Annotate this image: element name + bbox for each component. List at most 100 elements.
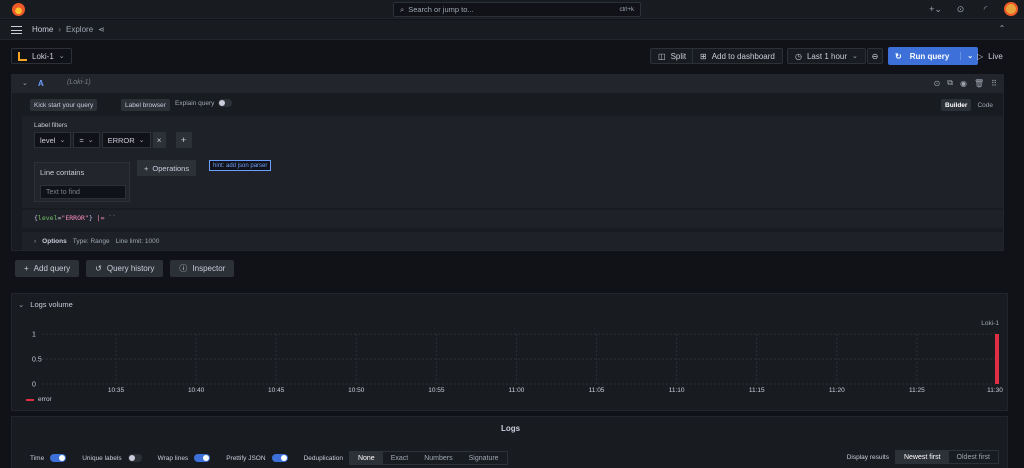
chevron-down-icon: ⌄ [58, 53, 65, 60]
logs-controls: Time Unique labels Wrap lines Prettify J… [30, 451, 508, 465]
time-label: Time [30, 454, 45, 462]
line-contains-operation: Line contains Text to find [34, 162, 130, 202]
logs-volume-panel: ⌄ Logs volume Loki-1 1 0.5 0 10:35 10:40 10:… [11, 293, 1008, 411]
run-query-button[interactable]: ↻ Run query ⌄ [888, 47, 979, 65]
info-icon: ⓘ [179, 264, 188, 273]
help-icon[interactable]: ⊙ [954, 3, 967, 16]
wrap-lines-toggle[interactable] [194, 454, 211, 462]
split-button[interactable]: ◫ Split [650, 48, 695, 64]
label-browser-button[interactable]: Label browser [121, 99, 170, 111]
breadcrumb-home[interactable]: Home [32, 25, 53, 34]
inspector-button[interactable]: ⓘ Inspector [170, 260, 235, 277]
chevron-down-icon: ⌄ [59, 137, 66, 144]
time-toggle[interactable] [50, 454, 67, 462]
label-value: level [40, 135, 56, 145]
query-history-label: Query history [106, 264, 155, 273]
search-icon: ⌕ [400, 4, 405, 14]
time-range-picker[interactable]: ◷ Last 1 hour ⌄ [787, 48, 866, 64]
order-oldest-first[interactable]: Oldest first [949, 451, 998, 463]
split-icon: ◫ [658, 51, 666, 61]
q-val: "ERROR" [61, 214, 89, 222]
clock-icon: ◷ [795, 51, 802, 61]
help-icon[interactable]: ⊙ [934, 79, 941, 88]
breadcrumb-current: Explore [66, 25, 94, 34]
operator-select[interactable]: = ⌄ [73, 132, 100, 148]
explain-query-toggle[interactable]: Explain query [175, 99, 233, 107]
datasource-picker[interactable]: Loki-1 ⌄ [11, 48, 72, 64]
display-results: Display results Newest first Oldest firs… [847, 450, 999, 464]
refresh-icon: ↻ [895, 51, 902, 61]
y-tick-label: 1 [32, 332, 36, 339]
dedup-signature[interactable]: Signature [461, 452, 507, 464]
remove-filter-icon[interactable]: × [152, 132, 166, 148]
history-icon: ↺ [95, 264, 102, 273]
prettify-json-label: Prettify JSON [226, 454, 266, 462]
filter-value: ERROR [107, 135, 135, 145]
loki-icon [18, 51, 27, 61]
query-ref[interactable]: A [38, 79, 44, 88]
query-history-button[interactable]: ↺ Query history [86, 260, 164, 277]
add-query-button[interactable]: + Add query [15, 260, 80, 277]
line-contains-input[interactable]: Text to find [40, 185, 126, 199]
order-newest-first[interactable]: Newest first [895, 451, 949, 463]
logs-volume-header[interactable]: ⌄ Logs volume [18, 300, 73, 309]
mode-builder[interactable]: Builder [941, 99, 972, 111]
avatar[interactable] [1004, 2, 1018, 16]
label-filters-title: Label filters [34, 122, 68, 129]
x-tick-label: 11:25 [909, 387, 925, 394]
plus-icon[interactable]: +⌄ [929, 3, 942, 16]
trash-icon[interactable]: 🗑 [974, 79, 984, 88]
query-editor-panel: ⌄ A (Loki-1) ⊙ ⧉ ◉ 🗑 ⠿ Kick start your q… [11, 74, 1004, 251]
share-icon[interactable]: ⋖ [98, 25, 105, 34]
add-filter-button[interactable]: + [175, 132, 192, 148]
logs-panel: Logs Time Unique labels Wrap lines Prett… [11, 416, 1008, 468]
chevron-down-icon: ⌄ [87, 137, 94, 144]
datasource-name: Loki-1 [32, 51, 54, 61]
options-type: Type: Range [72, 237, 110, 245]
toggle-switch[interactable] [218, 99, 233, 107]
query-options-row[interactable]: › Options Type: Range Line limit: 1000 [22, 232, 1003, 250]
operations-label: Operations [152, 163, 190, 173]
search-box[interactable]: ⌕ Search or jump to... ctrl+k [393, 2, 641, 17]
nav-bar: Home › Explore ⋖ ⌃ [0, 20, 1024, 40]
options-label: Options [42, 237, 67, 245]
dedup-none[interactable]: None [349, 452, 383, 464]
kick-start-button[interactable]: Kick start your query [30, 99, 98, 111]
bar-error [995, 334, 999, 384]
deduplication-options: None Exact Numbers Signature [348, 451, 508, 465]
add-to-dashboard-button[interactable]: ⊞ Add to dashboard [692, 48, 783, 64]
live-button[interactable]: ▷ Live [970, 48, 1010, 64]
display-results-label: Display results [846, 453, 889, 461]
menu-icon[interactable] [11, 26, 22, 34]
chevron-down-icon: ⌄ [138, 137, 145, 144]
prettify-json-toggle[interactable] [271, 454, 288, 462]
value-select[interactable]: ERROR ⌄ [101, 132, 151, 148]
query-row-header: ⌄ A (Loki-1) ⊙ ⧉ ◉ 🗑 ⠿ [12, 75, 1003, 93]
breadcrumb-separator: › [58, 25, 62, 34]
plus-icon: + [144, 163, 149, 173]
collapse-caret-icon[interactable]: ⌄ [22, 79, 28, 87]
logs-volume-chart: 10.50 10:35 10:40 10:45 10:50 10:55 11:00 11:0… [32, 332, 1003, 395]
x-tick-label: 11:15 [749, 387, 765, 394]
split-label: Split [670, 51, 687, 61]
unique-labels-toggle[interactable] [127, 454, 142, 462]
x-tick-label: 10:50 [348, 387, 365, 394]
hint-json-parser[interactable]: hint: add json parser [209, 160, 272, 171]
query-actions: + Add query ↺ Query history ⓘ Inspector [15, 260, 235, 277]
grafana-logo-icon[interactable] [12, 3, 25, 16]
add-query-label: Add query [33, 264, 71, 273]
add-operation-button[interactable]: + Operations [137, 160, 197, 176]
collapse-icon[interactable]: ⌃ [996, 24, 1008, 36]
copy-icon[interactable]: ⧉ [947, 78, 953, 88]
label-select[interactable]: level ⌄ [34, 132, 72, 148]
dedup-numbers[interactable]: Numbers [416, 452, 460, 464]
zoom-out-button[interactable]: ⊖ [867, 48, 883, 64]
mode-code[interactable]: Code [973, 99, 997, 111]
rss-icon[interactable]: ◜ [979, 3, 992, 16]
y-tick-label: 0.5 [32, 357, 42, 364]
drag-handle-icon[interactable]: ⠿ [991, 79, 997, 88]
eye-icon[interactable]: ◉ [960, 79, 967, 88]
dedup-exact[interactable]: Exact [383, 452, 417, 464]
chart-legend[interactable]: error [26, 396, 52, 403]
top-bar: ⌕ Search or jump to... ctrl+k +⌄ ⊙ ◜ [0, 0, 1024, 19]
